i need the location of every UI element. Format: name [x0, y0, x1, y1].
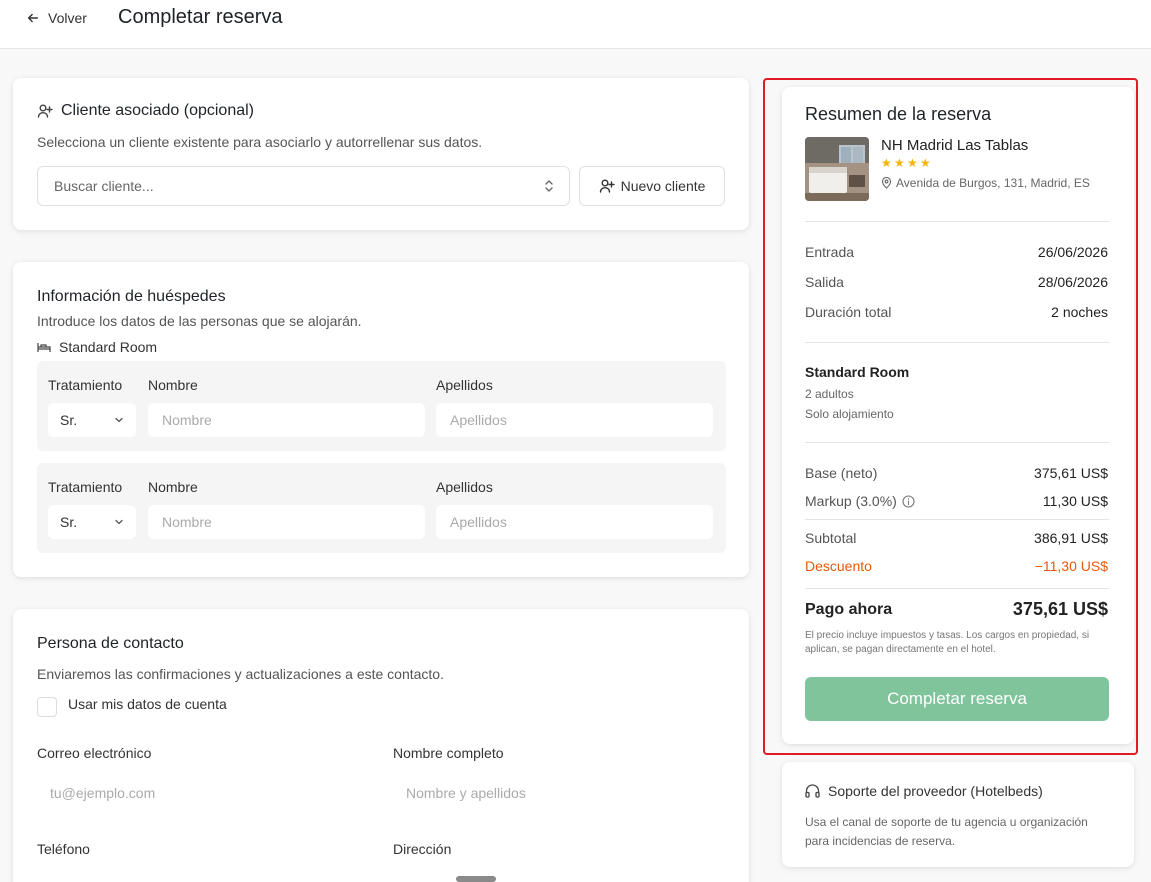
room-label: Standard Room [37, 339, 157, 355]
guest-name-input[interactable] [148, 403, 425, 437]
divider [805, 442, 1109, 443]
summary-occupancy: 2 adultos [805, 387, 854, 401]
summary-room-name: Standard Room [805, 364, 910, 380]
complete-booking-button[interactable]: Completar reserva [805, 677, 1109, 721]
chevron-up-down-icon [545, 180, 553, 192]
guest-surname-input[interactable] [436, 403, 713, 437]
email-input[interactable] [37, 775, 370, 811]
duration-label: Duración total [805, 304, 892, 320]
discount-value: −11,30 US$ [1034, 558, 1108, 574]
use-account-label[interactable]: Usar mis datos de cuenta [68, 696, 227, 712]
client-section-subtitle: Selecciona un cliente existente para aso… [37, 134, 483, 150]
divider [805, 342, 1109, 343]
summary-board: Solo alojamiento [805, 407, 894, 421]
divider [805, 588, 1109, 589]
arrow-left-icon [27, 13, 39, 23]
address-label: Dirección [393, 841, 452, 857]
hotel-image [805, 137, 869, 201]
fullname-input[interactable] [393, 775, 726, 811]
star-icon: ★ [881, 156, 892, 170]
top-bar: Volver Completar reserva [0, 0, 1151, 49]
phone-label: Teléfono [37, 841, 90, 857]
scroll-handle[interactable] [456, 876, 496, 882]
new-client-button[interactable]: Nuevo cliente [579, 166, 725, 206]
markup-value: 11,30 US$ [1042, 493, 1108, 509]
fullname-label: Nombre completo [393, 745, 504, 761]
contact-section-subtitle: Enviaremos las confirmaciones y actualiz… [37, 666, 444, 682]
back-label: Volver [48, 10, 87, 26]
pay-now-label: Pago ahora [805, 601, 893, 618]
guest-surname-input[interactable] [436, 505, 713, 539]
base-value: 375,61 US$ [1034, 465, 1108, 481]
summary-title: Resumen de la reserva [805, 104, 992, 124]
email-label: Correo electrónico [37, 745, 152, 761]
page-title: Completar reserva [118, 6, 283, 28]
client-section-title: Cliente asociado (opcional) [37, 102, 254, 120]
base-label: Base (neto) [805, 465, 878, 481]
subtotal-value: 386,91 US$ [1034, 530, 1108, 546]
treatment-label: Tratamiento [48, 377, 123, 393]
checkout-label: Salida [805, 274, 844, 290]
use-account-checkbox[interactable] [37, 697, 57, 717]
contact-section-title: Persona de contacto [37, 635, 184, 652]
divider [805, 519, 1109, 520]
client-search-placeholder: Buscar cliente... [54, 178, 154, 194]
bed-icon [37, 343, 51, 352]
guest-name-input[interactable] [148, 505, 425, 539]
discount-label: Descuento [805, 558, 872, 574]
treatment-select[interactable]: Sr. [48, 403, 136, 437]
client-search-select[interactable]: Buscar cliente... [37, 166, 570, 206]
hotel-name: NH Madrid Las Tablas [881, 137, 1029, 154]
info-icon[interactable] [902, 494, 915, 508]
chevron-down-icon [115, 519, 123, 525]
pay-now-value: 375,61 US$ [1012, 599, 1108, 619]
checkin-value: 26/06/2026 [1037, 244, 1108, 260]
price-disclaimer: El precio incluye impuestos y tasas. Los… [805, 630, 1090, 655]
surname-label: Apellidos [436, 479, 493, 495]
user-plus-icon [37, 104, 53, 118]
support-text: Usa el canal de soporte de tu agencia u … [805, 815, 1088, 848]
chevron-down-icon [115, 417, 123, 423]
star-icon: ★ [894, 156, 905, 170]
hotel-stars: ★ ★ ★ ★ [881, 156, 931, 170]
name-label: Nombre [148, 479, 198, 495]
surname-label: Apellidos [436, 377, 493, 393]
back-button[interactable]: Volver [26, 8, 87, 28]
headphones-icon [805, 784, 820, 798]
hotel-address: Avenida de Burgos, 131, Madrid, ES [881, 176, 1090, 190]
divider [805, 221, 1109, 222]
support-title: Soporte del proveedor (Hotelbeds) [805, 783, 1043, 799]
user-plus-icon [599, 179, 615, 193]
markup-label: Markup (3.0%) [805, 493, 915, 509]
checkin-label: Entrada [805, 244, 855, 260]
star-icon: ★ [907, 156, 918, 170]
name-label: Nombre [148, 377, 198, 393]
treatment-label: Tratamiento [48, 479, 123, 495]
guests-section-subtitle: Introduce los datos de las personas que … [37, 313, 362, 329]
client-card [13, 78, 749, 230]
map-pin-icon [881, 177, 892, 189]
subtotal-label: Subtotal [805, 530, 857, 546]
guests-section-title: Información de huéspedes [37, 288, 226, 305]
duration-value: 2 noches [1051, 304, 1108, 320]
treatment-select[interactable]: Sr. [48, 505, 136, 539]
checkout-value: 28/06/2026 [1037, 274, 1108, 290]
star-icon: ★ [920, 156, 931, 170]
